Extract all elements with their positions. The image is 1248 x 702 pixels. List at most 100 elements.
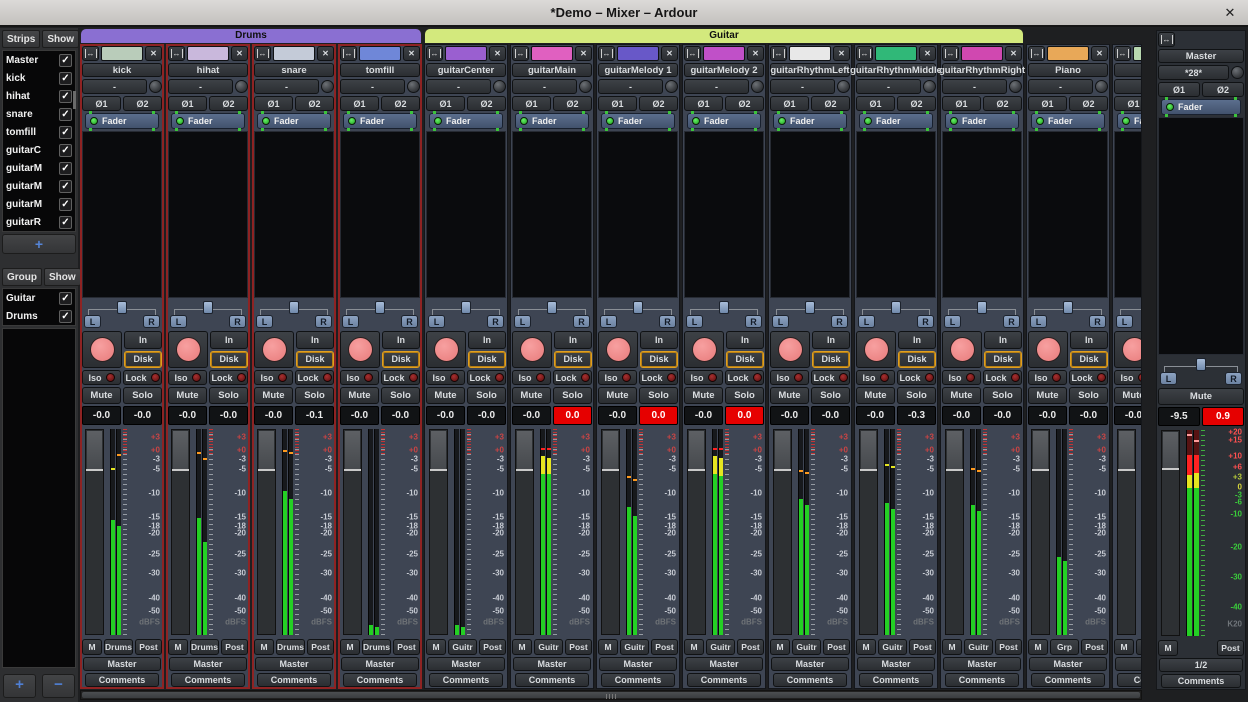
fader-processor-button[interactable]: Fader (601, 113, 675, 129)
routing-button[interactable]: - (856, 79, 921, 94)
routing-button[interactable]: - (168, 79, 233, 94)
phase-1-button[interactable]: Ø1 (770, 96, 809, 111)
gain-display[interactable]: -0.0 (512, 406, 551, 425)
strip-color-swatch[interactable] (101, 46, 143, 61)
phase-1-button[interactable]: Ø1 (82, 96, 121, 111)
mute-button[interactable]: Mute (598, 387, 637, 404)
routing-button[interactable]: - (512, 79, 577, 94)
metering-button[interactable]: M (684, 639, 704, 655)
peak-display[interactable]: 0.0 (725, 406, 764, 425)
gain-display[interactable]: -0.0 (942, 406, 981, 425)
strip-name-button[interactable]: guitarMelody 1 (598, 63, 678, 77)
show-checkbox[interactable]: ✓ (59, 108, 72, 121)
add-strip-button[interactable]: + (2, 234, 76, 254)
peak-display[interactable]: -0.0 (811, 406, 850, 425)
strip-hide-button[interactable]: ✕ (919, 46, 936, 61)
master-gain-display[interactable]: -9.5 (1158, 407, 1200, 426)
output-button[interactable]: Master (685, 657, 763, 671)
phase-2-button[interactable]: Ø2 (811, 96, 850, 111)
group-button[interactable]: Guitr (706, 639, 735, 655)
strip-hide-button[interactable]: ✕ (833, 46, 850, 61)
group-list-item[interactable]: Guitar✓ (3, 289, 75, 307)
monitor-disk-button[interactable]: Disk (468, 351, 506, 369)
gain-display[interactable]: -0.0 (598, 406, 637, 425)
pan-right-button[interactable]: R (1003, 315, 1020, 328)
solo-isolate-button[interactable]: Iso (82, 370, 121, 385)
pan-left-button[interactable]: L (1030, 315, 1047, 328)
fader-processor-button[interactable]: Fader (515, 113, 589, 129)
metering-button[interactable]: M (254, 639, 274, 655)
output-button[interactable]: Master (169, 657, 247, 671)
strip-color-swatch[interactable] (1133, 46, 1142, 61)
processor-box[interactable] (598, 131, 678, 298)
routing-button[interactable]: - (770, 79, 835, 94)
pan-left-button[interactable]: L (428, 315, 445, 328)
pan-left-button[interactable]: L (858, 315, 875, 328)
fader-processor-button[interactable]: Fader (85, 113, 159, 129)
comments-button[interactable]: Comments (257, 673, 331, 687)
strip-hide-button[interactable]: ✕ (403, 46, 420, 61)
phase-1-button[interactable]: Ø1 (426, 96, 465, 111)
strip-color-swatch[interactable] (961, 46, 1003, 61)
group-button[interactable]: Guitr (448, 639, 477, 655)
pan-right-button[interactable]: R (143, 315, 160, 328)
strip-list-item[interactable]: hihat✓ (3, 87, 75, 105)
strip-name-button[interactable]: guitarRhythmMiddle (856, 63, 936, 77)
processor-box[interactable] (684, 131, 764, 298)
pan-widget[interactable]: L R (684, 300, 764, 329)
solo-lock-button[interactable]: Lock (811, 370, 850, 385)
group-button[interactable]: Guitr (964, 639, 993, 655)
trim-knob[interactable] (149, 80, 162, 93)
record-arm-button[interactable] (598, 331, 638, 368)
monitor-input-button[interactable]: In (812, 331, 850, 349)
show-checkbox[interactable]: ✓ (59, 180, 72, 193)
peak-display[interactable]: -0.0 (209, 406, 248, 425)
comments-button[interactable]: Comments (773, 673, 847, 687)
strip-list-item[interactable]: guitarM✓ (3, 159, 75, 177)
gain-display[interactable]: -0.0 (82, 406, 121, 425)
solo-isolate-button[interactable]: Iso (1028, 370, 1067, 385)
pan-right-button[interactable]: R (659, 315, 676, 328)
add-group-button[interactable]: + (3, 674, 36, 698)
metering-button[interactable]: M (1028, 639, 1048, 655)
strip-color-swatch[interactable] (703, 46, 745, 61)
mute-button[interactable]: Mute (770, 387, 809, 404)
sidebar-scrollbar[interactable] (73, 91, 76, 109)
record-arm-button[interactable] (168, 331, 208, 368)
pan-handle[interactable] (719, 301, 729, 314)
group-button[interactable]: Drums (190, 639, 219, 655)
strip-name-button[interactable]: guitarCenter (426, 63, 506, 77)
show-checkbox[interactable]: ✓ (59, 292, 72, 305)
master-output-button[interactable]: 1/2 (1159, 658, 1243, 672)
mute-button[interactable]: Mute (1028, 387, 1067, 404)
processor-box[interactable] (82, 131, 162, 298)
gain-fader[interactable] (343, 429, 362, 635)
strips-header-label[interactable]: Strips (2, 30, 40, 48)
master-name-button[interactable]: Master (1158, 49, 1244, 63)
record-arm-button[interactable] (254, 331, 294, 368)
routing-button[interactable]: - (1114, 79, 1142, 94)
strip-list-item[interactable]: snare✓ (3, 105, 75, 123)
solo-lock-button[interactable]: Lock (381, 370, 420, 385)
output-button[interactable]: Master (341, 657, 419, 671)
output-button[interactable]: Master (83, 657, 161, 671)
meter-point-button[interactable]: Post (135, 639, 162, 655)
mute-button[interactable]: Mute (684, 387, 723, 404)
group-button[interactable]: Drums (362, 639, 391, 655)
record-arm-button[interactable] (82, 331, 122, 368)
master-metering-button[interactable]: M (1158, 640, 1178, 656)
strip-color-swatch[interactable] (445, 46, 487, 61)
pan-widget[interactable]: L R (340, 300, 420, 329)
monitor-disk-button[interactable]: Disk (726, 351, 764, 369)
processor-box[interactable] (1114, 131, 1142, 298)
solo-button[interactable]: Solo (123, 387, 162, 404)
fader-processor-button[interactable]: Fader (945, 113, 1019, 129)
gain-fader[interactable] (257, 429, 276, 635)
strip-width-button[interactable]: ↔ (82, 46, 99, 61)
output-button[interactable]: Master (1115, 657, 1142, 671)
pan-right-button[interactable]: R (831, 315, 848, 328)
processor-box[interactable] (770, 131, 850, 298)
comments-button[interactable]: Comments (1031, 673, 1105, 687)
comments-button[interactable]: Comments (343, 673, 417, 687)
master-width-button[interactable]: ↔ (1158, 32, 1175, 47)
